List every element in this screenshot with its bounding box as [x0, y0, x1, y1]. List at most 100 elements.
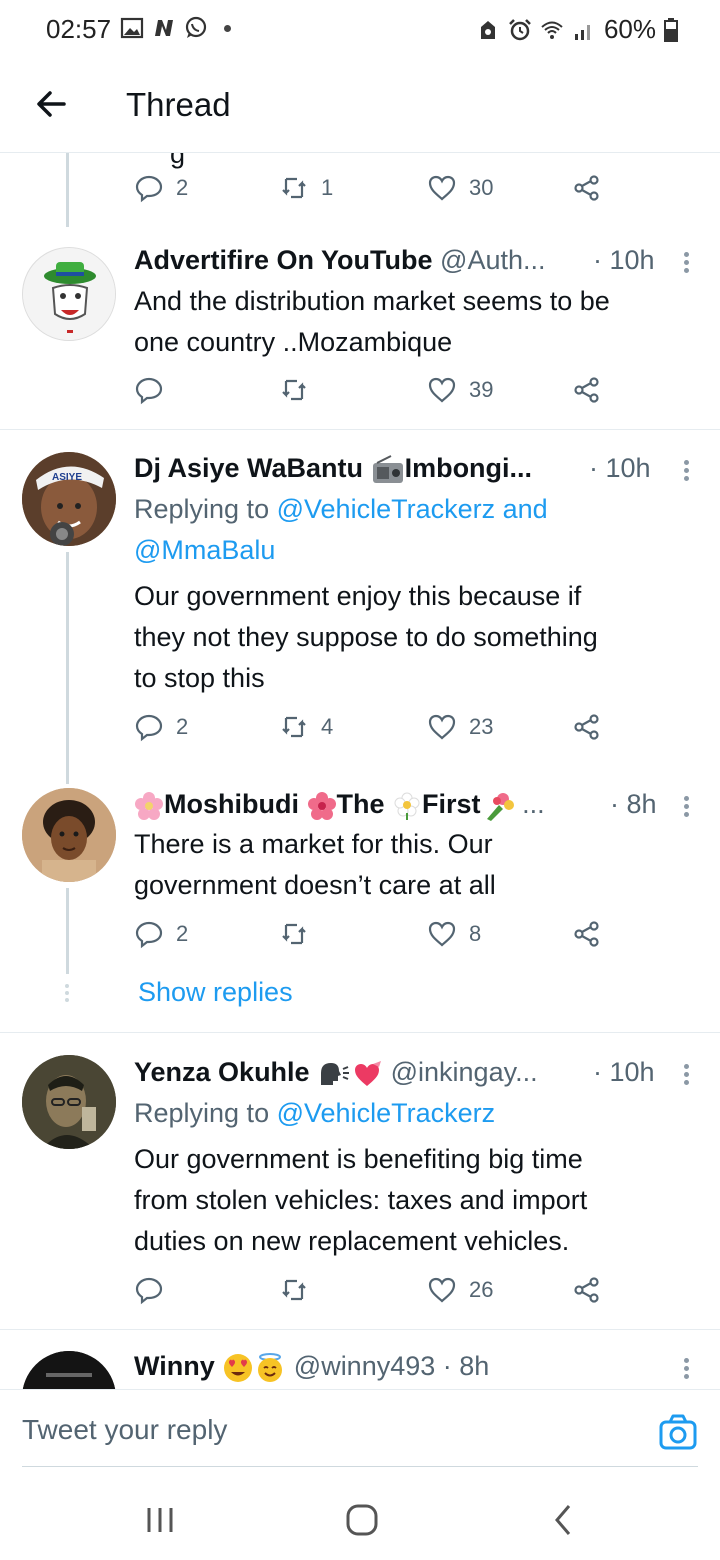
retweet-icon [282, 379, 306, 401]
tweet-author[interactable]: Winny @winny493 · 8h [134, 1351, 489, 1384]
more-options-icon[interactable] [682, 249, 690, 279]
tweet-actions: 26 [134, 1275, 614, 1315]
reply-icon [135, 377, 163, 405]
retweet-button[interactable] [279, 375, 309, 405]
avatar[interactable] [22, 1055, 116, 1149]
retweet-button[interactable] [279, 919, 309, 949]
svg-text:ASIYE: ASIYE [52, 472, 82, 483]
like-button[interactable]: 39 [427, 375, 493, 405]
app-n-notification-icon [155, 20, 173, 36]
status-time: 02:57 [46, 14, 112, 44]
retweet-button[interactable]: 1 [279, 173, 333, 203]
recent-apps-icon[interactable] [140, 1500, 180, 1540]
dark-avatar-image [22, 1351, 116, 1389]
display-name-part: The [336, 789, 385, 819]
cow-hat-avatar-image [23, 248, 115, 340]
thread-feed[interactable]: g 2 1 30 Advertifire On YouTube @Auth...… [0, 153, 720, 1389]
reply-button[interactable]: 2 [134, 173, 188, 203]
retweet-button[interactable] [279, 1275, 309, 1305]
tweet-divider [0, 429, 720, 430]
back-nav-icon[interactable] [544, 1500, 584, 1540]
share-button[interactable] [572, 173, 602, 203]
tweet-actions: 2 4 23 [134, 712, 614, 752]
avatar[interactable] [22, 1351, 116, 1389]
handle: @inkingay... [390, 1057, 538, 1087]
tweet-text-line: from stolen vehicles: taxes and import [134, 1185, 588, 1215]
show-replies-link[interactable]: Show replies [138, 977, 293, 1008]
heart-icon [428, 175, 456, 201]
bouquet-emoji-icon [486, 792, 514, 821]
camera-icon[interactable] [658, 1412, 698, 1452]
reply-input[interactable]: Tweet your reply [22, 1414, 227, 1446]
reply-count: 2 [176, 175, 189, 200]
more-options-icon[interactable] [682, 457, 690, 487]
more-options-icon[interactable] [682, 793, 690, 823]
tweet-author[interactable]: Dj Asiye WaBantu Imbongi... [134, 453, 532, 485]
like-count: 39 [469, 377, 494, 402]
tweet-author[interactable]: Advertifire On YouTube @Auth... [134, 245, 546, 276]
avatar[interactable]: ASIYE [22, 452, 116, 546]
tweet-actions: 2 1 30 [134, 173, 614, 213]
avatar[interactable] [22, 788, 116, 882]
tweet-author[interactable]: Moshibudi The First ... [134, 789, 545, 821]
tweet-time: · 8h [442, 1351, 490, 1381]
tweet-time: · 10h [593, 245, 655, 275]
top-app-bar: Thread [0, 60, 720, 153]
heart-eyes-emoji-icon [224, 1353, 253, 1382]
back-arrow-icon[interactable] [30, 82, 74, 126]
share-button[interactable] [572, 1275, 602, 1305]
replying-to-link[interactable]: @MmaBalu [134, 535, 275, 565]
tweet-text: And the distribution market seems to be … [134, 281, 694, 363]
reply-button[interactable]: 2 [134, 919, 188, 949]
share-button[interactable] [572, 919, 602, 949]
avatar[interactable] [22, 247, 116, 341]
like-button[interactable]: 30 [427, 173, 493, 203]
reply-button[interactable]: 2 [134, 712, 188, 742]
share-icon [574, 1277, 599, 1303]
display-name: Moshibudi [164, 789, 299, 819]
share-button[interactable] [572, 712, 602, 742]
whatsapp-notification-icon [185, 16, 207, 38]
handle-ellipsis: ... [522, 789, 545, 819]
reply-button[interactable] [134, 375, 164, 405]
home-icon[interactable] [342, 1500, 382, 1540]
truncated-text-fragment: g [170, 153, 186, 169]
share-icon [574, 921, 599, 947]
retweet-button[interactable]: 4 [279, 712, 333, 742]
heart-icon [428, 377, 456, 403]
data-saver-icon [480, 20, 495, 39]
like-count: 30 [469, 175, 494, 200]
battery-percent: 60% [603, 14, 656, 44]
thread-connector-line [66, 153, 69, 227]
dj-avatar-image: ASIYE [22, 452, 116, 546]
like-button[interactable]: 23 [427, 712, 493, 742]
share-icon [574, 714, 599, 740]
more-options-icon[interactable] [682, 1061, 690, 1091]
like-count: 23 [469, 714, 494, 739]
tweet-text: Our government is benefiting big time fr… [134, 1139, 694, 1262]
like-button[interactable]: 8 [427, 919, 481, 949]
tweet-text: There is a market for this. Our governme… [134, 824, 694, 906]
tweet-time: · 10h [593, 1057, 655, 1087]
replying-to: Replying to @VehicleTrackerz and @MmaBal… [134, 489, 694, 571]
system-nav-bar [0, 1470, 720, 1560]
reply-button[interactable] [134, 1275, 164, 1305]
retweet-icon [282, 716, 306, 738]
more-notifications-dot [224, 24, 231, 32]
tweet-text-line: they not they suppose to do something [134, 622, 598, 652]
share-button[interactable] [572, 375, 602, 405]
retweet-count: 4 [321, 714, 334, 739]
retweet-icon [282, 177, 306, 199]
more-options-icon[interactable] [682, 1355, 690, 1385]
share-icon [574, 175, 599, 201]
hibiscus-emoji-icon [307, 791, 336, 820]
composer-underline [22, 1466, 698, 1467]
replying-to-link[interactable]: @VehicleTrackerz [277, 1098, 495, 1128]
retweet-icon [282, 1279, 306, 1301]
replying-to-link[interactable]: @VehicleTrackerz and [277, 494, 548, 524]
tweet-text-line: duties on new replacement vehicles. [134, 1226, 570, 1256]
handle: @winny493 [293, 1351, 436, 1381]
tweet-author[interactable]: Yenza Okuhle @inkingay... [134, 1057, 538, 1089]
alarm-icon [509, 18, 531, 40]
like-button[interactable]: 26 [427, 1275, 493, 1305]
